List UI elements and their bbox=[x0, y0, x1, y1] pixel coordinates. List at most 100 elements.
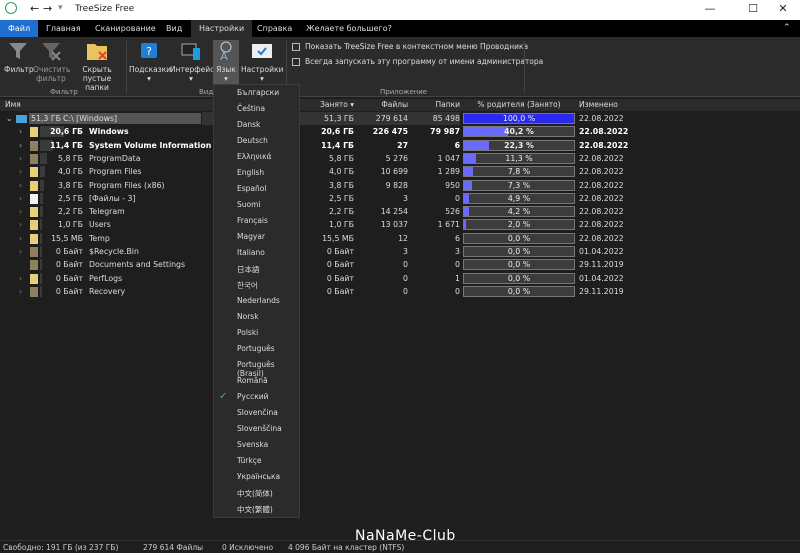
tab-view[interactable]: Вид bbox=[158, 20, 190, 37]
expand-chevron-icon[interactable]: › bbox=[19, 192, 22, 205]
language-menu-item[interactable]: Čeština bbox=[237, 104, 265, 113]
language-menu-item[interactable]: Български bbox=[237, 88, 279, 97]
row-size: 2,5 ГБ bbox=[58, 193, 83, 203]
table-row[interactable]: › 15,5 МБ Temp 15,5 МБ 12 6 0,0 % 22.08.2… bbox=[0, 232, 800, 245]
hide-empty-folders-button[interactable]: Скрыть пустые папки bbox=[72, 40, 122, 92]
expand-chevron-icon[interactable]: › bbox=[19, 205, 22, 218]
expand-chevron-icon[interactable]: › bbox=[19, 285, 22, 298]
expand-chevron-icon[interactable]: › bbox=[19, 232, 22, 245]
language-menu-item[interactable]: 한국어 bbox=[237, 280, 258, 291]
language-menu-item[interactable]: 中文(繁體) bbox=[237, 504, 273, 515]
checkbox-icon[interactable] bbox=[292, 43, 300, 51]
row-name: Temp bbox=[89, 233, 110, 243]
row-name: [Файлы - 3] bbox=[89, 193, 136, 203]
expand-chevron-icon[interactable]: › bbox=[19, 179, 22, 192]
language-menu-item[interactable]: Português bbox=[237, 344, 275, 353]
language-menu-item[interactable]: Ελληνικά bbox=[237, 152, 271, 161]
quick-access-dropdown-icon[interactable]: ▾ bbox=[58, 3, 63, 13]
tab-scan[interactable]: Сканирование bbox=[87, 20, 164, 37]
language-menu-item[interactable]: Română bbox=[237, 376, 268, 385]
language-menu-item[interactable]: Русский bbox=[237, 392, 269, 401]
expand-chevron-icon[interactable]: › bbox=[19, 245, 22, 258]
svg-text:A: A bbox=[220, 50, 228, 62]
percent-bar: 0,0 % bbox=[463, 285, 575, 297]
language-menu-item[interactable]: Deutsch bbox=[237, 136, 268, 145]
language-menu-item[interactable]: 中文(简体) bbox=[237, 488, 273, 499]
row-size: 0 Байт bbox=[55, 273, 83, 283]
table-row[interactable]: › 0 Байт $Recycle.Bin 0 Байт 3 3 0,0 % 01… bbox=[0, 245, 800, 258]
percent-bar: 4,2 % bbox=[463, 206, 575, 218]
tab-more[interactable]: Желаете большего? bbox=[298, 20, 400, 37]
language-menu-item[interactable]: 日本語 bbox=[237, 264, 260, 275]
language-menu-item[interactable]: English bbox=[237, 168, 264, 177]
window-title: TreeSize Free bbox=[75, 4, 135, 14]
settings-button[interactable]: Настройки ▾ bbox=[241, 40, 283, 83]
language-icon: A bbox=[215, 40, 237, 63]
language-menu-item[interactable]: Slovenščina bbox=[237, 424, 282, 433]
language-button[interactable]: A Язык ▾ bbox=[213, 40, 239, 86]
forward-icon[interactable]: → bbox=[43, 2, 52, 15]
tab-home[interactable]: Главная bbox=[38, 20, 89, 37]
language-menu-item[interactable]: Dansk bbox=[237, 120, 260, 129]
clear-filter-button[interactable]: Очистить фильтр bbox=[33, 40, 70, 83]
run-as-admin-checkbox[interactable]: Всегда запускать эту программу от имени … bbox=[292, 57, 543, 66]
expand-chevron-icon[interactable]: › bbox=[19, 165, 22, 178]
expand-chevron-icon[interactable]: › bbox=[19, 139, 22, 152]
language-menu-item[interactable]: Magyar bbox=[237, 232, 265, 241]
minimize-button[interactable]: — bbox=[695, 2, 725, 15]
table-row[interactable]: › 20,6 ГБ Windows 20,6 ГБ 226 475 79 987 … bbox=[0, 125, 800, 138]
table-row[interactable]: › 0 Байт PerfLogs 0 Байт 0 1 0,0 % 01.04.… bbox=[0, 272, 800, 285]
percent-bar: 7,3 % bbox=[463, 179, 575, 191]
table-row[interactable]: › 4,0 ГБ Program Files 4,0 ГБ 10 699 1 28… bbox=[0, 165, 800, 178]
row-name: Recovery bbox=[89, 286, 126, 296]
table-row[interactable]: › 2,2 ГБ Telegram 2,2 ГБ 14 254 526 4,2 %… bbox=[0, 205, 800, 218]
expand-chevron-icon[interactable]: › bbox=[19, 272, 22, 285]
hints-button[interactable]: ? Подсказки ▾ bbox=[129, 40, 171, 83]
language-menu-item[interactable]: Svenska bbox=[237, 440, 268, 449]
cell-modified: 22.08.2022 bbox=[579, 114, 624, 123]
language-menu-item[interactable]: Suomi bbox=[237, 200, 261, 209]
language-menu-item[interactable]: Norsk bbox=[237, 312, 259, 321]
back-icon[interactable]: ← bbox=[30, 2, 39, 15]
close-button[interactable]: ✕ bbox=[768, 2, 798, 15]
filter-button[interactable]: Фильтр bbox=[4, 40, 34, 74]
expand-chevron-icon[interactable]: › bbox=[19, 218, 22, 231]
language-menu-item[interactable]: Español bbox=[237, 184, 266, 193]
context-menu-checkbox[interactable]: Показать TreeSize Free в контекстном мен… bbox=[292, 42, 528, 51]
table-row[interactable]: › 2,5 ГБ [Файлы - 3] 2,5 ГБ 3 0 4,9 % 22.… bbox=[0, 192, 800, 205]
language-menu-item[interactable]: Slovenčina bbox=[237, 408, 278, 417]
expand-chevron-icon[interactable]: › bbox=[19, 125, 22, 138]
table-row[interactable]: ⌄ 51,3 ГБ C:\ [Windows] 51,3 ГБ 279 614 … bbox=[0, 112, 800, 125]
col-name[interactable]: Имя bbox=[5, 100, 21, 109]
column-header: Имя Занято ▾ Файлы Папки % родителя (Зан… bbox=[0, 99, 800, 111]
interface-button[interactable]: Интерфейс ▾ bbox=[170, 40, 214, 83]
collapse-chevron-icon[interactable]: ⌄ bbox=[6, 112, 13, 125]
cell-size: 20,6 ГБ bbox=[321, 127, 354, 137]
table-row[interactable]: 0 Байт Documents and Settings 0 Байт 0 0 … bbox=[0, 258, 800, 271]
language-menu-item[interactable]: Türkçe bbox=[237, 456, 261, 465]
col-files[interactable]: Файлы bbox=[358, 100, 408, 109]
col-modified[interactable]: Изменено bbox=[579, 100, 618, 109]
tab-file[interactable]: Файл bbox=[0, 20, 39, 37]
language-menu-item[interactable]: Français bbox=[237, 216, 268, 225]
tab-settings[interactable]: Настройки bbox=[191, 20, 253, 37]
language-menu-item[interactable]: Українська bbox=[237, 472, 280, 481]
tab-help[interactable]: Справка bbox=[249, 20, 300, 37]
language-menu-item[interactable]: Nederlands bbox=[237, 296, 280, 305]
maximize-button[interactable]: ☐ bbox=[738, 2, 768, 15]
checkmark-icon: ✓ bbox=[219, 391, 228, 402]
table-row[interactable]: › 0 Байт Recovery 0 Байт 0 0 0,0 % 29.11.… bbox=[0, 285, 800, 298]
table-row[interactable]: › 3,8 ГБ Program Files (x86) 3,8 ГБ 9 828… bbox=[0, 179, 800, 192]
collapse-ribbon-icon[interactable]: ⌃ bbox=[775, 20, 799, 37]
expand-chevron-icon[interactable]: › bbox=[19, 152, 22, 165]
table-row[interactable]: › 11,4 ГБ System Volume Information 11,4 … bbox=[0, 139, 800, 152]
col-percent[interactable]: % родителя (Занято) bbox=[463, 100, 575, 109]
col-folders[interactable]: Папки bbox=[412, 100, 460, 109]
language-menu-item[interactable]: Polski bbox=[237, 328, 258, 337]
checkbox-icon[interactable] bbox=[292, 58, 300, 66]
table-row[interactable]: › 1,0 ГБ Users 1,0 ГБ 13 037 1 671 2,0 % … bbox=[0, 218, 800, 231]
table-row[interactable]: › 5,8 ГБ ProgramData 5,8 ГБ 5 276 1 047 1… bbox=[0, 152, 800, 165]
language-menu-item[interactable]: Italiano bbox=[237, 248, 265, 257]
cell-folders: 79 987 bbox=[430, 127, 460, 137]
col-size[interactable]: Занято ▾ bbox=[300, 100, 354, 109]
